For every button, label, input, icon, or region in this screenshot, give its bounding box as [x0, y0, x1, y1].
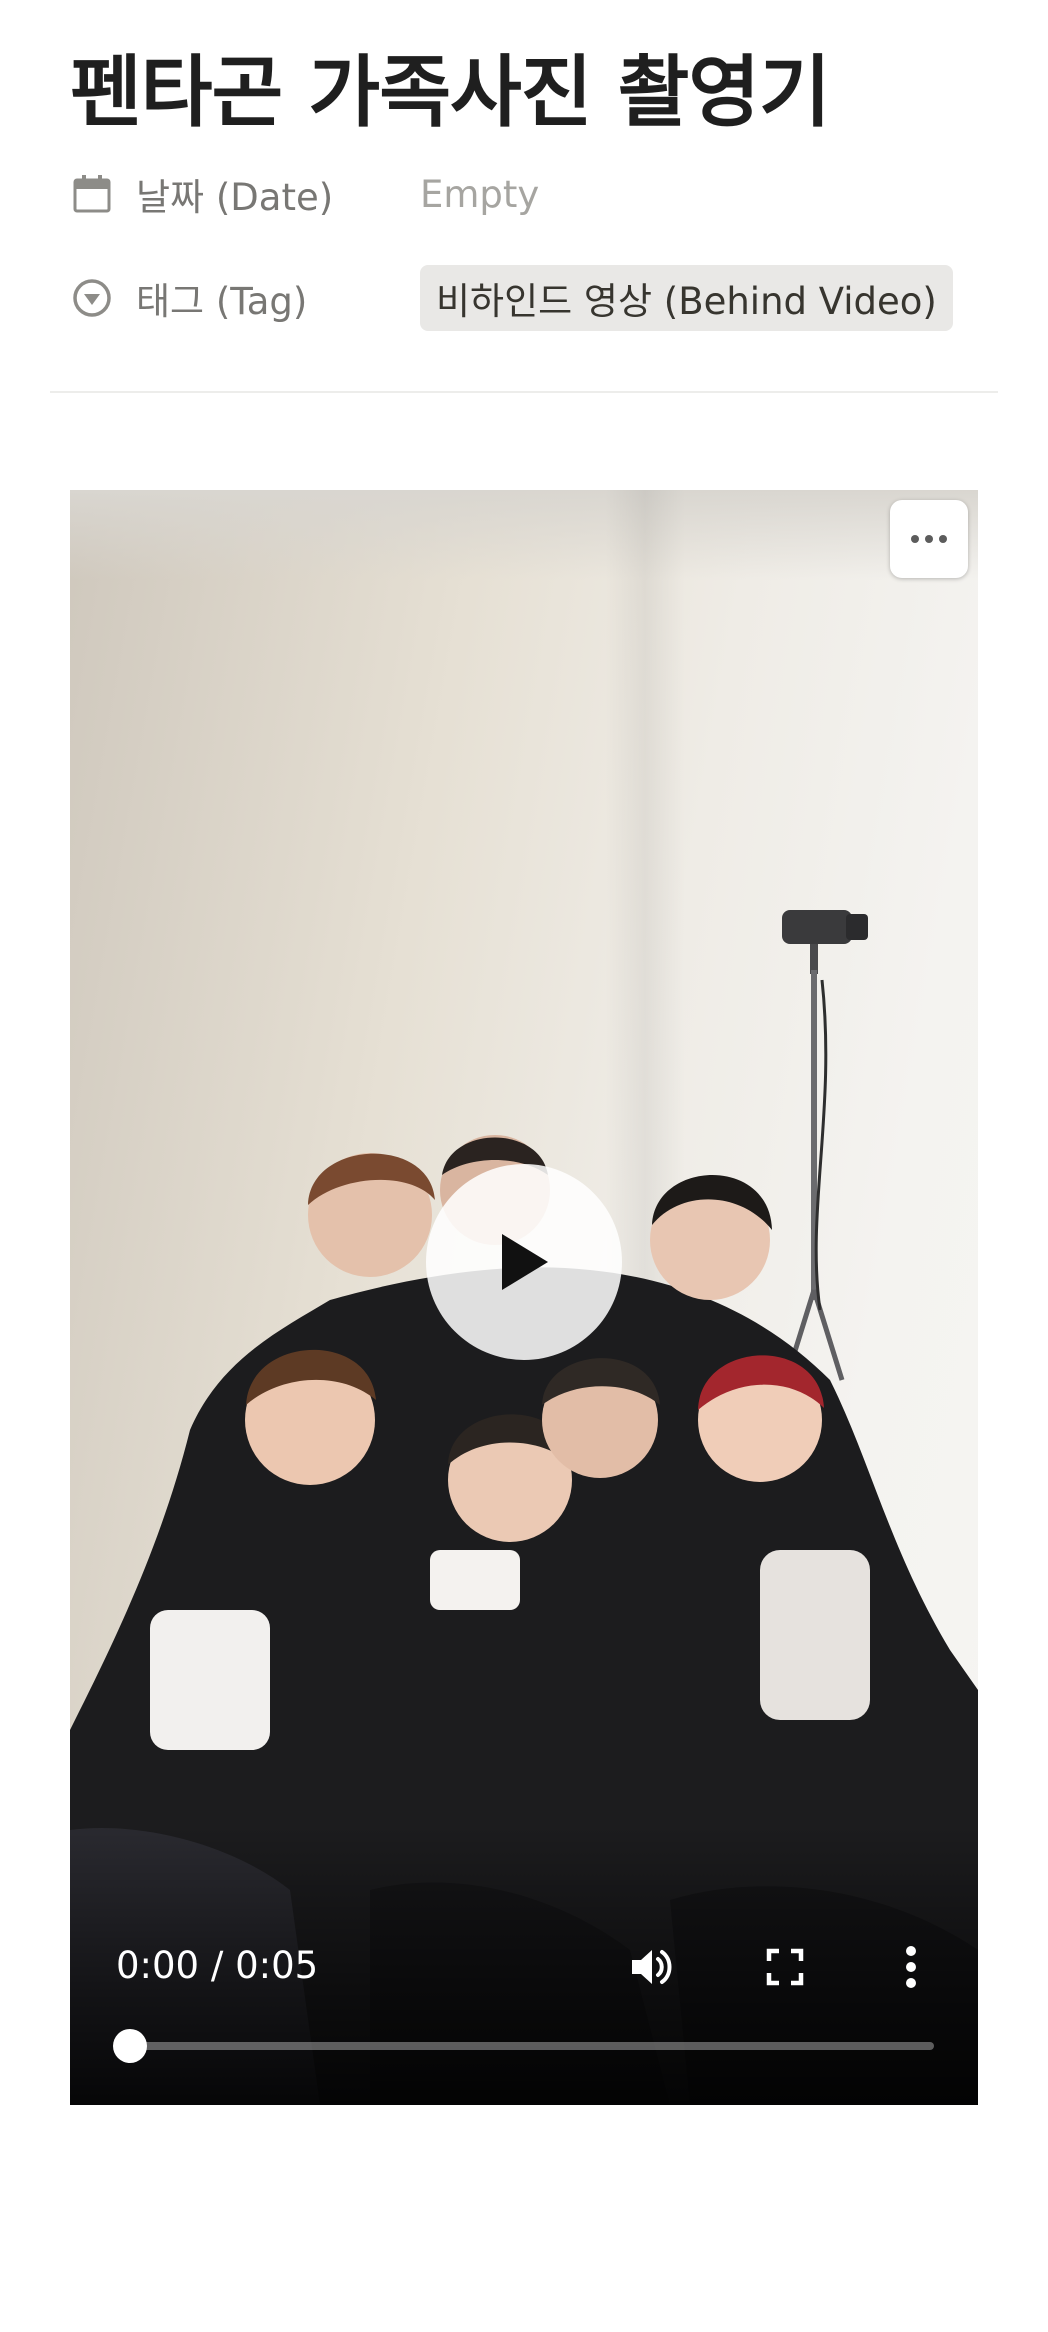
property-label-tag: 태그 (Tag): [136, 280, 308, 323]
more-options-button[interactable]: [886, 1942, 936, 1992]
video-scene-ceiling: [70, 490, 978, 580]
property-row-date[interactable]: 날짜 (Date) Empty: [70, 164, 539, 224]
fullscreen-button[interactable]: [760, 1942, 810, 1992]
property-row-tag[interactable]: 태그 (Tag) 비하인드 영상 (Behind Video): [70, 265, 953, 331]
more-vertical-icon: [906, 1946, 916, 1988]
tag-pill[interactable]: 비하인드 영상 (Behind Video): [420, 265, 953, 331]
video-time-display: 0:00 / 0:05: [116, 1944, 319, 1987]
property-value-date[interactable]: Empty: [420, 173, 539, 216]
property-label-date: 날짜 (Date): [136, 176, 334, 219]
volume-icon: [632, 1950, 672, 1984]
play-button[interactable]: [426, 1164, 622, 1360]
more-horizontal-icon: [911, 535, 919, 543]
select-circle-icon: [70, 276, 114, 320]
calendar-icon: [70, 172, 114, 216]
progress-bar[interactable]: [113, 2029, 934, 2063]
video-player[interactable]: 0:00 / 0:05: [70, 490, 978, 2105]
divider: [50, 391, 998, 393]
play-icon: [502, 1234, 548, 1290]
video-menu-button[interactable]: [890, 500, 968, 578]
fullscreen-icon: [766, 1948, 804, 1986]
progress-thumb[interactable]: [113, 2029, 147, 2063]
page-title[interactable]: 펜타곤 가족사진 촬영기: [70, 30, 831, 142]
more-horizontal-icon: [939, 535, 947, 543]
more-horizontal-icon: [925, 535, 933, 543]
volume-button[interactable]: [626, 1942, 676, 1992]
